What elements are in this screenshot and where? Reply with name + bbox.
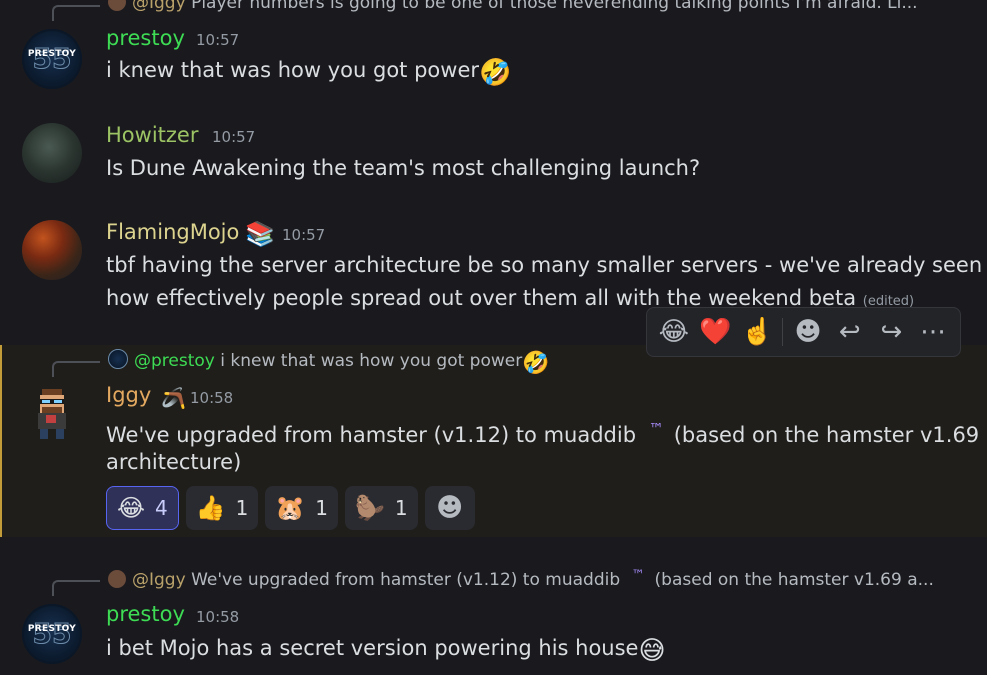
reply-preview[interactable]: @Iggy We've upgraded from hamster (v1.12… (108, 568, 934, 590)
forward-button[interactable]: ↪ (871, 312, 913, 352)
reaction-thumbsup[interactable]: 👍 1 (185, 486, 259, 530)
message-line-text: We've upgraded from hamster (v1.12) to m… (106, 423, 637, 447)
boomerang-icon: 🪃 (161, 386, 187, 410)
reply-arrow-icon: ↩ (838, 317, 861, 347)
toolbar-divider (782, 318, 784, 346)
reply-text: We've upgraded from hamster (v1.12) to m… (191, 570, 621, 590)
reaction-count: 4 (155, 496, 168, 520)
reactions-bar: 😂 4 👍 1 🐹 1 🦫 1 ☻ (106, 486, 475, 530)
message-text: i bet Mojo has a secret version powering… (106, 632, 666, 665)
add-reaction-button[interactable]: ☻ (787, 312, 829, 352)
timestamp[interactable]: 10:58 (196, 608, 239, 626)
thumbs-up-icon: 👍 (195, 494, 226, 522)
avatar-label: PRESTOY (27, 624, 77, 634)
joy-emoji-icon: 😂 (117, 494, 146, 522)
timestamp[interactable]: 10:57 (282, 226, 325, 244)
avatar[interactable] (22, 383, 82, 443)
message-text: i knew that was how you got power🤣 (106, 54, 511, 87)
author-name[interactable]: FlamingMojo 📚 (106, 220, 275, 246)
reply-tail: (based on the hamster v1.69 a... (654, 570, 934, 590)
forward-arrow-icon: ↪ (880, 317, 903, 347)
reply-author[interactable]: @Iggy (132, 0, 186, 13)
reaction-count: 1 (394, 496, 408, 520)
heart-icon: ❤️ (699, 317, 732, 347)
reply-text: Player numbers is going to be one of tho… (191, 0, 918, 13)
reaction-custom[interactable]: 🦫 1 (345, 486, 418, 530)
author-name-text[interactable]: Iggy (106, 383, 151, 407)
reply-avatar (108, 570, 126, 588)
smiley-add-icon: ☻ (436, 493, 464, 523)
reaction-joy[interactable]: 😂 4 (106, 486, 179, 530)
message-text: Is Dune Awakening the team's most challe… (106, 156, 701, 180)
reaction-count: 1 (235, 496, 249, 520)
reply-author[interactable]: @prestoy (134, 351, 215, 371)
author-name-text[interactable]: FlamingMojo (106, 220, 239, 244)
sweat-smile-emoji: 😅 (638, 636, 666, 666)
reaction-hamster[interactable]: 🐹 1 (265, 486, 339, 530)
quick-react-heart-button[interactable]: ❤️ (695, 312, 737, 352)
message-actions-toolbar: 😂 ❤️ ☝️ ☻ ↩ ↪ ⋯ (646, 307, 961, 357)
point-up-icon: ☝️ (741, 317, 774, 347)
author-name[interactable]: prestoy (106, 26, 185, 50)
reply-preview[interactable]: @prestoy i knew that was how you got pow… (108, 349, 550, 375)
tm-symbol: ™ (631, 568, 645, 583)
timestamp[interactable]: 10:58 (190, 389, 233, 407)
reply-avatar (108, 349, 128, 369)
message-line-tail: (based on the hamster v1.69 (673, 423, 980, 447)
reaction-count: 1 (315, 496, 329, 520)
reply-button[interactable]: ↩ (829, 312, 871, 352)
message: 55 PRESTOY prestoy 10:57 i knew that was… (0, 24, 987, 104)
reply-avatar (108, 0, 126, 11)
rofl-emoji: 🤣 (522, 351, 550, 376)
message-line: tbf having the server architecture be so… (106, 253, 983, 277)
books-icon: 📚 (245, 220, 276, 248)
more-dots-icon: ⋯ (920, 317, 947, 347)
reply-text: i knew that was how you got power (220, 351, 523, 371)
tm-symbol: ™ (648, 420, 664, 438)
more-options-button[interactable]: ⋯ (912, 312, 954, 352)
reply-connector (52, 361, 100, 377)
rofl-emoji: 🤣 (479, 58, 512, 88)
reply-connector (52, 5, 100, 21)
timestamp[interactable]: 10:57 (196, 31, 239, 49)
quick-react-joy-button[interactable]: 😂 (653, 312, 695, 352)
message: Howitzer 10:57 Is Dune Awakening the tea… (0, 121, 987, 201)
reply-preview[interactable]: @Iggy Player numbers is going to be one … (108, 0, 918, 13)
message: @Iggy We've upgraded from hamster (v1.12… (0, 560, 987, 675)
avatar[interactable]: 55 PRESTOY (22, 604, 82, 664)
creature-icon: 🦫 (355, 494, 385, 522)
iggy-avatar-icon (38, 389, 66, 439)
author-name[interactable]: Howitzer (106, 123, 198, 147)
avatar[interactable] (22, 123, 82, 183)
smiley-add-icon: ☻ (794, 317, 822, 347)
message-body: i knew that was how you got power (106, 58, 479, 82)
avatar[interactable] (22, 220, 82, 280)
hamster-icon: 🐹 (275, 494, 306, 522)
author-name[interactable]: Iggy 🪃 (106, 383, 186, 408)
avatar-label: PRESTOY (27, 49, 77, 59)
timestamp[interactable]: 10:57 (212, 128, 255, 146)
chat-log: @Iggy Player numbers is going to be one … (0, 0, 987, 675)
reply-author[interactable]: @Iggy (132, 570, 186, 590)
author-name[interactable]: prestoy (106, 602, 185, 626)
joy-emoji-icon: 😂 (658, 317, 690, 347)
add-reaction-button[interactable]: ☻ (424, 486, 475, 530)
message: FlamingMojo 📚 10:57 tbf having the server… (0, 218, 987, 318)
avatar[interactable]: 55 PRESTOY (22, 29, 82, 89)
message-line: architecture) (106, 450, 242, 474)
message-body: i bet Mojo has a secret version powering… (106, 636, 639, 660)
quick-react-point-up-button[interactable]: ☝️ (736, 312, 778, 352)
reply-connector (52, 580, 100, 596)
